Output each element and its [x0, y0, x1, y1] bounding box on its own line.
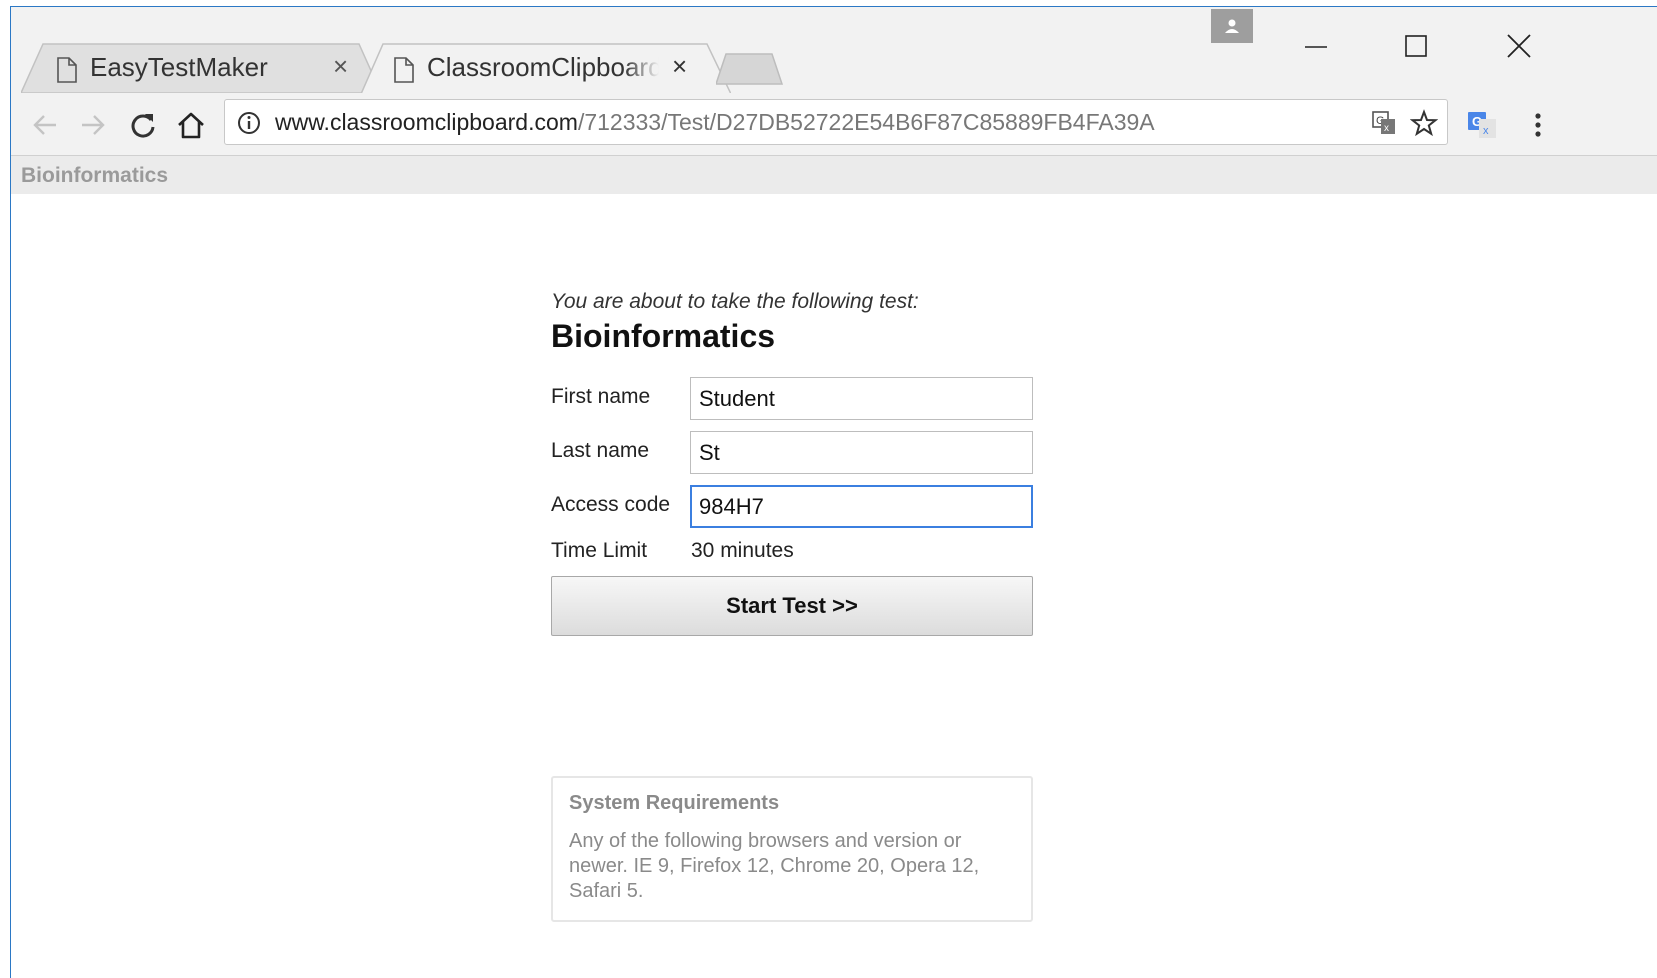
close-tab-icon[interactable]: × — [672, 51, 687, 82]
home-button[interactable] — [171, 105, 211, 145]
translate-page-icon[interactable]: G x — [1371, 110, 1397, 136]
url-path: /712333/Test/D27DB52722E54B6F87C85889FB4… — [577, 109, 1155, 135]
reload-icon — [131, 114, 155, 138]
minimize-button[interactable] — [1286, 21, 1346, 71]
svg-text:x: x — [1384, 123, 1389, 134]
browser-toolbar: www.classroomclipboard.com/712333/Test/D… — [11, 93, 1657, 156]
url-host: www.classroomclipboard.com — [275, 109, 578, 135]
url-text[interactable]: www.classroomclipboard.com/712333/Test/D… — [275, 109, 1155, 136]
page-icon — [57, 57, 77, 83]
forward-button[interactable] — [73, 105, 113, 145]
google-translate-extension-icon[interactable]: G x — [1466, 110, 1498, 140]
system-requirements-box: System Requirements Any of the following… — [551, 776, 1033, 922]
system-requirements-text: Any of the following browsers and versio… — [569, 830, 980, 902]
svg-text:x: x — [1483, 125, 1489, 137]
tab-label: ClassroomClipboard — [427, 52, 659, 82]
home-icon — [178, 112, 204, 139]
time-limit-label: Time Limit — [551, 539, 648, 562]
person-icon — [1225, 19, 1239, 33]
time-limit-value: 30 minutes — [691, 539, 794, 562]
page-content: You are about to take the following test… — [11, 194, 1657, 978]
address-bar[interactable]: www.classroomclipboard.com/712333/Test/D… — [224, 99, 1448, 145]
maximize-button[interactable] — [1386, 21, 1446, 71]
back-button[interactable] — [25, 105, 65, 145]
intro-text: You are about to take the following test… — [551, 290, 919, 313]
access-code-label: Access code — [551, 493, 671, 516]
last-name-label: Last name — [551, 439, 650, 462]
close-tab-icon[interactable]: × — [333, 51, 348, 82]
page-header-strip: Bioinformatics — [11, 156, 1657, 194]
back-arrow-icon — [33, 115, 56, 135]
minimize-icon — [1305, 46, 1327, 48]
close-window-button[interactable] — [1489, 21, 1549, 71]
browser-window: EasyTestMaker × ClassroomClipboard × www… — [10, 6, 1657, 978]
site-title: Bioinformatics — [21, 164, 169, 187]
first-name-label: First name — [551, 385, 651, 408]
access-code-field[interactable]: 984H7 — [690, 485, 1033, 528]
maximize-icon — [1405, 35, 1427, 57]
more-vert-icon — [1535, 113, 1541, 137]
page-icon — [394, 57, 414, 83]
tab-strip: EasyTestMaker × ClassroomClipboard × — [11, 7, 1657, 93]
system-requirements-title: System Requirements — [569, 792, 780, 814]
close-icon — [1507, 34, 1531, 58]
info-icon[interactable] — [237, 111, 261, 135]
bookmark-star-icon[interactable] — [1410, 109, 1438, 137]
first-name-field[interactable]: Student — [690, 377, 1033, 420]
forward-arrow-icon — [82, 115, 105, 135]
start-test-button[interactable]: Start Test >> — [551, 576, 1033, 636]
reload-button[interactable] — [123, 105, 163, 145]
menu-button[interactable] — [1518, 105, 1558, 145]
tab-label: EasyTestMaker — [90, 52, 268, 82]
new-tab-button[interactable] — [716, 53, 786, 85]
test-title: Bioinformatics — [551, 318, 776, 354]
profile-button[interactable] — [1211, 9, 1253, 43]
last-name-field[interactable]: St — [690, 431, 1033, 474]
